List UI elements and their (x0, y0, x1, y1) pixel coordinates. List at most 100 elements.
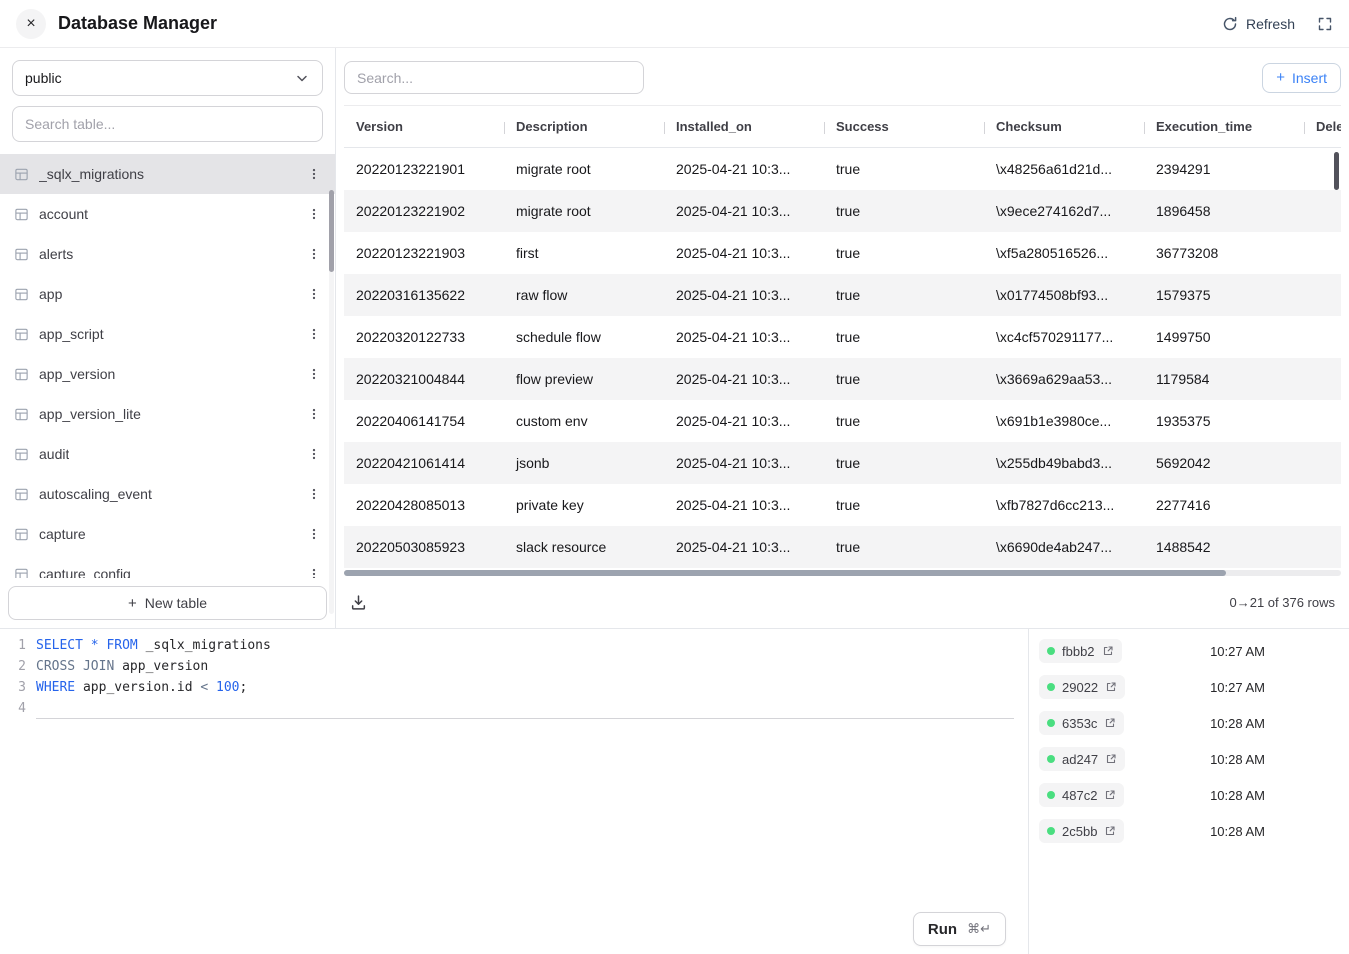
history-pill[interactable]: fbbb2 (1039, 639, 1122, 663)
topbar: × Database Manager Refresh (0, 0, 1349, 48)
table-row[interactable]: 20220503085923slack resource2025-04-21 1… (344, 526, 1341, 568)
table-cell: 2025-04-21 10:3... (664, 497, 824, 513)
table-cell: \x255db49babd3... (984, 455, 1144, 471)
sidebar-table-item[interactable]: capture_config (0, 554, 335, 578)
history-pill[interactable]: ad247 (1039, 747, 1125, 771)
history-item[interactable]: ad247 10:28 AM (1039, 747, 1265, 771)
column-header-execution_time[interactable]: Execution_time (1144, 119, 1304, 134)
column-header-description[interactable]: Description (504, 119, 664, 134)
table-cell: 1935375 (1144, 413, 1304, 429)
kebab-menu-icon[interactable] (307, 247, 321, 261)
sidebar-table-item[interactable]: app_version (0, 354, 335, 394)
external-link-icon[interactable] (1104, 825, 1116, 837)
sql-token: 100 (216, 680, 239, 695)
history-item[interactable]: fbbb2 10:27 AM (1039, 639, 1265, 663)
kebab-menu-icon[interactable] (307, 447, 321, 461)
kebab-menu-icon[interactable] (307, 567, 321, 578)
kebab-menu-icon[interactable] (307, 287, 321, 301)
table-cell: \xc4cf570291177... (984, 329, 1144, 345)
kebab-menu-icon[interactable] (307, 167, 321, 181)
kebab-menu-icon[interactable] (307, 367, 321, 381)
column-header-deleted[interactable]: Deleted (1304, 119, 1341, 134)
grid-search-input[interactable] (344, 61, 644, 94)
table-cell: true (824, 455, 984, 471)
table-row[interactable]: 20220316135622raw flow2025-04-21 10:3...… (344, 274, 1341, 316)
close-button[interactable]: × (16, 9, 46, 39)
sidebar-scrollbar[interactable] (329, 190, 334, 614)
column-header-success[interactable]: Success (824, 119, 984, 134)
sidebar-table-item[interactable]: app_script (0, 314, 335, 354)
sidebar-table-item[interactable]: autoscaling_event (0, 474, 335, 514)
refresh-button[interactable]: Refresh (1222, 16, 1295, 32)
history-item[interactable]: 487c2 10:28 AM (1039, 783, 1265, 807)
table-cell: 20220316135622 (344, 287, 504, 303)
table-row[interactable]: 20220320122733schedule flow2025-04-21 10… (344, 316, 1341, 358)
table-row[interactable]: 20220428085013private key2025-04-21 10:3… (344, 484, 1341, 526)
history-pill[interactable]: 2c5bb (1039, 819, 1124, 843)
download-icon (350, 594, 367, 611)
table-row[interactable]: 20220123221901migrate root2025-04-21 10:… (344, 148, 1341, 190)
sidebar-table-item[interactable]: capture (0, 514, 335, 554)
sql-token: CROSS (36, 659, 75, 674)
sidebar-scrollbar-thumb[interactable] (329, 190, 334, 272)
sidebar-table-item[interactable]: account (0, 194, 335, 234)
table-icon (14, 327, 29, 342)
vertical-scrollbar-thumb[interactable] (1334, 152, 1339, 190)
external-link-icon[interactable] (1104, 717, 1116, 729)
external-link-icon[interactable] (1105, 753, 1117, 765)
history-pill[interactable]: 29022 (1039, 675, 1125, 699)
horizontal-scrollbar[interactable] (344, 570, 1341, 576)
table-row[interactable]: 20220123221902migrate root2025-04-21 10:… (344, 190, 1341, 232)
table-item-label: app_script (39, 326, 104, 342)
table-row[interactable]: 20220123221903first2025-04-21 10:3...tru… (344, 232, 1341, 274)
sidebar-table-item[interactable]: _sqlx_migrations (0, 154, 335, 194)
column-header-installed_on[interactable]: Installed_on (664, 119, 824, 134)
column-header-checksum[interactable]: Checksum (984, 119, 1144, 134)
fullscreen-button[interactable] (1317, 16, 1333, 32)
table-row[interactable]: 20220421061414jsonb2025-04-21 10:3...tru… (344, 442, 1341, 484)
sql-line[interactable]: 2 CROSS JOIN app_version (0, 656, 1028, 677)
sql-token: FROM (106, 638, 137, 653)
history-item[interactable]: 2c5bb 10:28 AM (1039, 819, 1265, 843)
rows-info: 0→21 of 376 rows (1229, 595, 1335, 610)
table-cell: true (824, 329, 984, 345)
horizontal-scrollbar-thumb[interactable] (344, 570, 1226, 576)
sql-line[interactable]: 4 (0, 698, 1028, 719)
external-link-icon[interactable] (1102, 645, 1114, 657)
sidebar-table-item[interactable]: app (0, 274, 335, 314)
sidebar-table-item[interactable]: audit (0, 434, 335, 474)
kebab-menu-icon[interactable] (307, 207, 321, 221)
column-header-version[interactable]: Version (344, 119, 504, 134)
insert-button[interactable]: + Insert (1262, 63, 1341, 93)
table-row[interactable]: 20220406141754custom env2025-04-21 10:3.… (344, 400, 1341, 442)
sql-line[interactable]: 3 WHERE app_version.id < 100; (0, 677, 1028, 698)
table-icon (14, 407, 29, 422)
table-cell: \x691b1e3980ce... (984, 413, 1144, 429)
run-button[interactable]: Run ⌘↵ (913, 912, 1006, 946)
kebab-menu-icon[interactable] (307, 327, 321, 341)
sql-line[interactable]: 1 SELECT * FROM _sqlx_migrations (0, 635, 1028, 656)
history-item[interactable]: 6353c 10:28 AM (1039, 711, 1265, 735)
table-row[interactable]: 20220321004844flow preview2025-04-21 10:… (344, 358, 1341, 400)
table-cell: 1896458 (1144, 203, 1304, 219)
new-table-button[interactable]: + New table (8, 586, 327, 620)
kebab-menu-icon[interactable] (307, 487, 321, 501)
data-grid: VersionDescriptionInstalled_onSuccessChe… (344, 105, 1341, 568)
table-search-input[interactable] (12, 106, 323, 142)
kebab-menu-icon[interactable] (307, 407, 321, 421)
external-link-icon[interactable] (1105, 681, 1117, 693)
schema-select[interactable]: public (12, 60, 323, 96)
history-pill[interactable]: 6353c (1039, 711, 1124, 735)
download-button[interactable] (350, 594, 367, 611)
history-item[interactable]: 29022 10:27 AM (1039, 675, 1265, 699)
history-time: 10:27 AM (1210, 680, 1265, 695)
sql-token (75, 659, 83, 674)
sidebar-table-item[interactable]: alerts (0, 234, 335, 274)
kebab-menu-icon[interactable] (307, 527, 321, 541)
history-pill[interactable]: 487c2 (1039, 783, 1124, 807)
sql-editor[interactable]: 1 SELECT * FROM _sqlx_migrations 2 CROSS… (0, 629, 1028, 954)
table-cell: 2025-04-21 10:3... (664, 203, 824, 219)
sql-token: * (91, 638, 99, 653)
sidebar-table-item[interactable]: app_version_lite (0, 394, 335, 434)
external-link-icon[interactable] (1104, 789, 1116, 801)
